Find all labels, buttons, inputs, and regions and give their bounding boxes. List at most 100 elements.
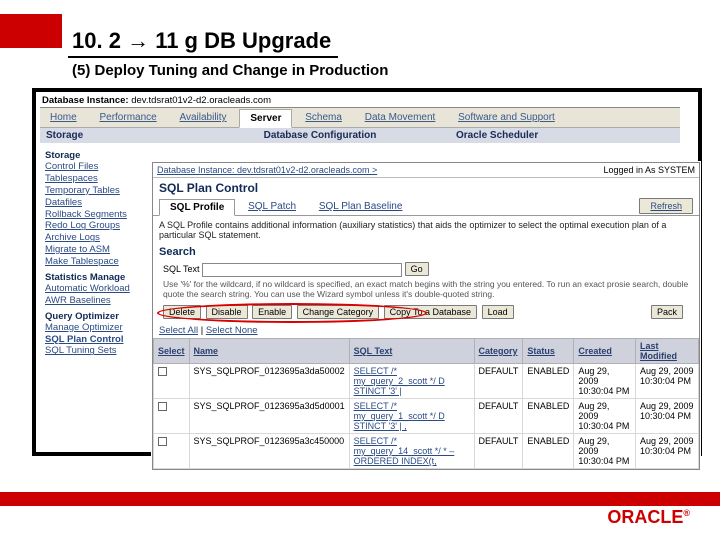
select-all-link[interactable]: Select All [159, 325, 198, 336]
cell-mod: Aug 29, 2009 10:30:04 PM [635, 434, 698, 469]
sidebar-item-sql-plan-control[interactable]: SQL Plan Control [45, 334, 153, 346]
sidebar-item[interactable]: Tablespaces [45, 173, 153, 185]
cell-status: ENABLED [523, 364, 574, 399]
cell-cat: DEFAULT [474, 364, 523, 399]
section-db-config: Database Configuration [190, 128, 450, 143]
instance-label: Database Instance: [42, 95, 129, 106]
copy-db-button[interactable]: Copy To a Database [384, 305, 477, 319]
cell-status: ENABLED [523, 434, 574, 469]
enable-button[interactable]: Enable [252, 305, 292, 319]
title-right: 11 g DB Upgrade [155, 28, 331, 53]
select-row: Select All | Select None [153, 323, 699, 338]
select-none-link[interactable]: Select None [206, 325, 258, 336]
sidebar-item[interactable]: Manage Optimizer [45, 322, 153, 334]
sidebar-group-storage: Storage [45, 150, 153, 161]
arrow-right-icon: → [127, 28, 155, 53]
sidebar-item[interactable]: Redo Log Groups [45, 220, 153, 232]
col-modified[interactable]: Last Modified [635, 339, 698, 364]
cell-sql[interactable]: SELECT /* my_query_2_scott */ D STINCT '… [349, 364, 474, 399]
col-status[interactable]: Status [523, 339, 574, 364]
logo-text: ORACLE [607, 507, 683, 527]
sql-plan-control-panel: Database Instance: dev.tdsrat01v2-d2.ora… [152, 162, 700, 470]
disable-button[interactable]: Disable [206, 305, 248, 319]
table-row: SYS_SQLPROF_0123695a3d5d0001 SELECT /* m… [154, 399, 699, 434]
cell-cat: DEFAULT [474, 399, 523, 434]
section-row: Storage Database Configuration Oracle Sc… [40, 128, 680, 143]
search-body: SQL Text Go Use '%' for the wildcard, if… [153, 260, 699, 323]
subtab-sql-profile[interactable]: SQL Profile [159, 199, 235, 216]
table-row: SYS_SQLPROF_0123695a3da50002 SELECT /* m… [154, 364, 699, 399]
cell-cat: DEFAULT [474, 434, 523, 469]
cell-created: Aug 29, 2009 10:30:04 PM [574, 364, 636, 399]
tab-performance[interactable]: Performance [89, 109, 166, 126]
go-button[interactable]: Go [405, 262, 429, 276]
tab-schema[interactable]: Schema [295, 109, 352, 126]
search-label: SQL Text [163, 264, 200, 274]
table-row: SYS_SQLPROF_0123695a3c450000 SELECT /* m… [154, 434, 699, 469]
load-button[interactable]: Load [482, 305, 514, 319]
instance-value: dev.tdsrat01v2-d2.oracleads.com [131, 95, 271, 106]
sidebar-group-stats: Statistics Manage [45, 272, 153, 283]
slide-accent-block [0, 14, 62, 48]
footer-bar [0, 492, 720, 506]
col-sqltext[interactable]: SQL Text [349, 339, 474, 364]
table-header-row: Select Name SQL Text Category Status Cre… [154, 339, 699, 364]
breadcrumb[interactable]: Database Instance: dev.tdsrat01v2-d2.ora… [157, 165, 377, 175]
cell-sql[interactable]: SELECT /* my_query_14_scott */ * – ORDER… [349, 434, 474, 469]
cell-mod: Aug 29, 2009 10:30:04 PM [635, 364, 698, 399]
row-checkbox[interactable] [158, 437, 167, 446]
subtabs: SQL Profile SQL Patch SQL Plan Baseline … [153, 198, 699, 216]
sidebar-item[interactable]: AWR Baselines [45, 295, 153, 307]
sql-text-input[interactable] [202, 263, 402, 277]
sidebar-item[interactable]: Temporary Tables [45, 185, 153, 197]
col-created[interactable]: Created [574, 339, 636, 364]
search-hint: Use '%' for the wildcard, if no wildcard… [163, 279, 689, 299]
sidebar-group-qo: Query Optimizer [45, 311, 153, 322]
tab-server[interactable]: Server [239, 109, 292, 128]
title-underline [68, 56, 338, 58]
sidebar-item[interactable]: Control Files [45, 161, 153, 173]
oracle-logo: ORACLE® [607, 507, 690, 528]
tab-data-movement[interactable]: Data Movement [355, 109, 446, 126]
cell-name: SYS_SQLPROF_0123695a3d5d0001 [189, 399, 349, 434]
row-checkbox[interactable] [158, 367, 167, 376]
pack-button[interactable]: Pack [651, 305, 683, 319]
delete-button[interactable]: Delete [163, 305, 201, 319]
search-header: Search [153, 244, 699, 260]
sidebar-item[interactable]: Automatic Workload [45, 283, 153, 295]
sidebar: Storage Control Files Tablespaces Tempor… [43, 143, 155, 360]
sidebar-item[interactable]: SQL Tuning Sets [45, 345, 153, 357]
logged-in-label: Logged in As SYSTEM [603, 165, 695, 175]
overlay-topbar: Database Instance: dev.tdsrat01v2-d2.ora… [153, 163, 699, 178]
sidebar-item[interactable]: Rollback Segments [45, 209, 153, 221]
cell-name: SYS_SQLPROF_0123695a3c450000 [189, 434, 349, 469]
cell-sql[interactable]: SELECT /* my_query_1_scott */ D STINCT '… [349, 399, 474, 434]
cell-created: Aug 29, 2009 10:30:04 PM [574, 399, 636, 434]
action-buttons: Delete Disable Enable Change Category Co… [163, 303, 689, 321]
slide-title: 10. 2 → 11 g DB Upgrade [72, 28, 331, 54]
main-tabs: Home Performance Availability Server Sch… [40, 108, 680, 128]
slide-subtitle: (5) Deploy Tuning and Change in Producti… [72, 62, 388, 79]
col-name[interactable]: Name [189, 339, 349, 364]
change-category-button[interactable]: Change Category [297, 305, 380, 319]
sidebar-item[interactable]: Migrate to ASM [45, 244, 153, 256]
sidebar-item[interactable]: Make Tablespace [45, 256, 153, 268]
subtab-sql-patch[interactable]: SQL Patch [238, 199, 306, 214]
row-checkbox[interactable] [158, 402, 167, 411]
tab-availability[interactable]: Availability [170, 109, 237, 126]
cell-name: SYS_SQLPROF_0123695a3da50002 [189, 364, 349, 399]
sidebar-item[interactable]: Archive Logs [45, 232, 153, 244]
subtab-sql-plan-baseline[interactable]: SQL Plan Baseline [309, 199, 413, 214]
col-category[interactable]: Category [474, 339, 523, 364]
profile-description: A SQL Profile contains additional inform… [153, 216, 699, 244]
cell-status: ENABLED [523, 399, 574, 434]
refresh-button[interactable]: Refresh [639, 198, 693, 214]
sidebar-item[interactable]: Datafiles [45, 197, 153, 209]
tab-home[interactable]: Home [40, 109, 87, 126]
title-left: 10. 2 [72, 28, 121, 53]
col-select[interactable]: Select [154, 339, 190, 364]
cell-created: Aug 29, 2009 10:30:04 PM [574, 434, 636, 469]
instance-header: Database Instance: dev.tdsrat01v2-d2.ora… [40, 94, 680, 108]
profiles-table: Select Name SQL Text Category Status Cre… [153, 338, 699, 469]
tab-software-support[interactable]: Software and Support [448, 109, 565, 126]
